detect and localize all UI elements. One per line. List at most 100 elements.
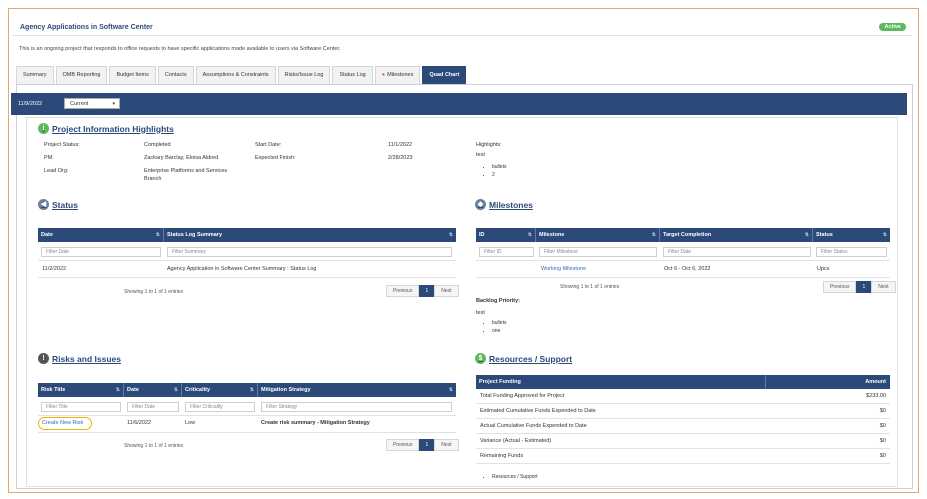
page-title: Agency Applications in Software Center [20, 24, 153, 31]
milestone-target-date: Oct 6 - Oct 6, 2022 [664, 266, 711, 272]
status-filter-summary[interactable]: Filter Summary [167, 247, 452, 257]
column-label: Date [41, 232, 53, 238]
risks-filter-title[interactable]: Filter Title [41, 402, 121, 412]
milestones-pagination: Previous 1 Next [823, 281, 896, 293]
milestones-table-info: Showing 1 to 1 of 1 entries [560, 284, 620, 290]
risk-strategy: Create risk summary - Mitigation Strateg… [261, 420, 370, 426]
milestones-filter-status[interactable]: Filter Status [816, 247, 887, 257]
milestones-table-header: ID ⇅ Milestone ⇅ Target Completion ⇅ Status… [476, 228, 890, 242]
tab-milestones[interactable]: ● Milestones [374, 66, 421, 84]
column-label: Criticality [185, 387, 211, 393]
milestone-status: Upcs [817, 266, 830, 272]
report-date: 11/9/2022 [18, 101, 43, 107]
tab-summary[interactable]: Summary [16, 66, 54, 84]
risks-title: Risks and Issues [52, 353, 121, 364]
milestones-filter-date[interactable]: Filter Date [663, 247, 811, 257]
sort-icon: ⇅ [448, 387, 453, 393]
status-pagination: Previous 1 Next [386, 285, 459, 297]
milestone-link[interactable]: Working Milestone [541, 266, 586, 272]
tab-milestones-label: Milestones [387, 72, 414, 78]
resources-title: Resources / Support [489, 353, 573, 364]
milestones-col-status[interactable]: Status ⇅ [813, 228, 890, 242]
dollar-icon: $ [475, 353, 486, 364]
list-item: bullets [492, 320, 506, 326]
page-1-button[interactable]: 1 [419, 285, 435, 297]
project-status-value: Completed [144, 142, 171, 148]
status-col-summary[interactable]: Status Log Summary ⇅ [164, 228, 456, 242]
risk-criticality: Low [185, 420, 196, 426]
status-filter-date[interactable]: Filter Date [41, 247, 161, 257]
divider [38, 277, 456, 278]
funding-label: Variance (Actual - Estimated) [480, 438, 552, 444]
project-status-label: Project Status: [44, 142, 80, 148]
column-label: Status [816, 232, 833, 238]
lead-org-label: Lead Org: [44, 168, 69, 174]
milestones-col-milestone[interactable]: Milestone ⇅ [536, 228, 660, 242]
sort-icon: ⇅ [527, 232, 532, 238]
risks-col-criticality[interactable]: Criticality ⇅ [182, 383, 258, 397]
previous-button[interactable]: Previous [386, 439, 420, 451]
period-select[interactable]: Current ▾ [64, 98, 120, 109]
sort-icon: ⇅ [155, 232, 160, 238]
previous-button[interactable]: Previous [386, 285, 420, 297]
status-row-summary: Agency Application in Software Center Su… [167, 266, 317, 272]
header-bar: Agency Applications in Software Center A… [12, 20, 912, 36]
tab-budget-items[interactable]: Budget Items [109, 66, 156, 84]
risks-filter-date[interactable]: Filter Date [127, 402, 179, 412]
tab-omb-reporting[interactable]: OMB Reporting [55, 66, 108, 84]
status-row-date: 11/2/2022 [42, 266, 67, 272]
table-row: Variance (Actual - Estimated) $0 [476, 434, 890, 449]
page-1-button[interactable]: 1 [419, 439, 435, 451]
column-label: Mitigation Strategy [261, 387, 311, 393]
column-label: Date [127, 387, 139, 393]
resources-list: Resources / Support [484, 474, 538, 482]
warning-dot-icon: ● [381, 72, 386, 78]
alert-icon: ! [38, 353, 49, 364]
risks-filter-strategy[interactable]: Filter Strategy [261, 402, 452, 412]
status-heading: ◀ Status [38, 199, 78, 210]
tab-risks-issue-log[interactable]: Risks/Issue Log [277, 66, 331, 84]
milestones-filter-milestone[interactable]: Filter Milestone [539, 247, 657, 257]
risks-heading: ! Risks and Issues [38, 353, 121, 364]
milestones-col-id[interactable]: ID ⇅ [476, 228, 536, 242]
start-date-label: Start Date: [255, 142, 282, 148]
list-item: Resources / Support [492, 474, 538, 480]
milestones-filter-id[interactable]: Filter ID [479, 247, 534, 257]
backlog-text: test [476, 310, 485, 316]
status-table-info: Showing 1 to 1 of 1 entries [124, 289, 184, 295]
funding-label: Total Funding Approved for Project [480, 393, 565, 399]
next-button[interactable]: Next [434, 439, 459, 451]
tab-assumptions-constraints[interactable]: Assumptions & Constraints [195, 66, 276, 84]
list-item: 2 [492, 172, 506, 178]
next-button[interactable]: Next [434, 285, 459, 297]
page-1-button[interactable]: 1 [856, 281, 872, 293]
quad-chart-toolbar [11, 93, 907, 115]
table-row: Total Funding Approved for Project $233.0… [476, 389, 890, 404]
risk-date: 11/6/2022 [127, 420, 152, 426]
tab-contacts[interactable]: Contacts [157, 66, 194, 84]
next-button[interactable]: Next [871, 281, 896, 293]
highlights-label: Highlights: [476, 142, 502, 148]
sort-icon: ⇅ [249, 387, 254, 393]
create-new-risk-link[interactable]: Create New Risk [42, 420, 83, 426]
tab-status-log[interactable]: Status Log [332, 66, 373, 84]
column-label: ID [479, 232, 485, 238]
funding-amount: $233.00 [866, 393, 886, 399]
project-description: This is an ongoing project that responds… [19, 46, 341, 52]
risks-col-title[interactable]: Risk Title ⇅ [38, 383, 124, 397]
previous-button[interactable]: Previous [823, 281, 857, 293]
status-icon: ◀ [38, 199, 49, 210]
chevron-down-icon: ▾ [112, 101, 115, 107]
milestones-title: Milestones [489, 199, 533, 210]
milestones-heading: ◆ Milestones [475, 199, 533, 210]
risks-filter-criticality[interactable]: Filter Criticality [185, 402, 255, 412]
risks-col-strategy[interactable]: Mitigation Strategy ⇅ [258, 383, 456, 397]
tab-quad-chart[interactable]: Quad Chart [422, 66, 467, 84]
sort-icon: ⇅ [804, 232, 809, 238]
status-col-date[interactable]: Date ⇅ [38, 228, 164, 242]
milestones-col-target[interactable]: Target Completion ⇅ [660, 228, 813, 242]
backlog-label: Backlog Priority: [476, 298, 521, 304]
funding-amount: $0 [879, 423, 886, 429]
divider [476, 277, 890, 278]
risks-col-date[interactable]: Date ⇅ [124, 383, 182, 397]
